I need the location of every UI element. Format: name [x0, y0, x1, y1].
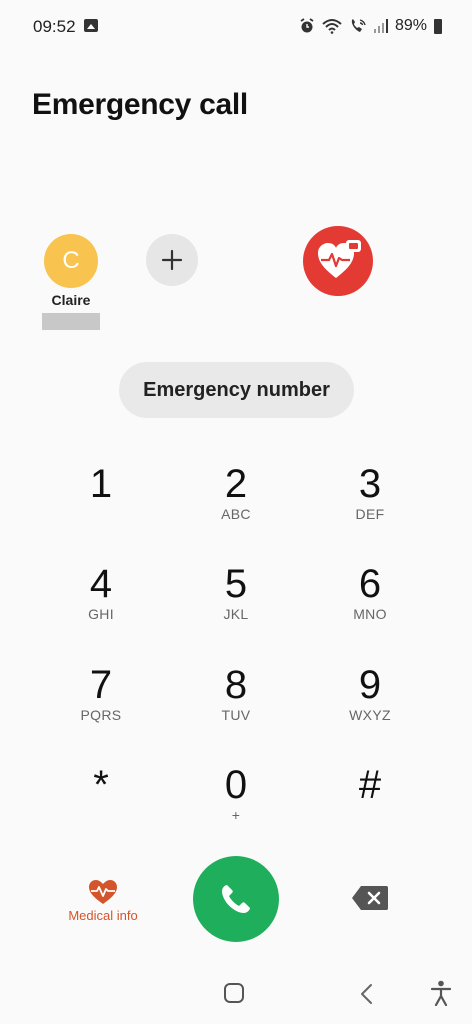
medical-info-label: Medical info: [68, 908, 138, 923]
key-digit: 6: [358, 562, 382, 606]
key-digit: 3: [358, 462, 382, 506]
alarm-icon: [300, 18, 314, 33]
key-digit: 1: [89, 462, 113, 506]
plus-icon: [161, 249, 183, 271]
status-time: 09:52: [33, 17, 76, 36]
key-letters: WXYZ: [349, 707, 391, 723]
page-title: Emergency call: [32, 88, 248, 121]
gallery-icon: [84, 19, 98, 32]
key-letters: TUV: [221, 707, 251, 723]
key-5[interactable]: 5 JKL: [186, 562, 286, 642]
medical-info-button[interactable]: Medical info: [58, 878, 148, 923]
key-star[interactable]: *: [51, 763, 151, 843]
key-digit: 4: [89, 562, 113, 606]
phone-icon: [222, 885, 250, 913]
key-2[interactable]: 2 ABC: [186, 462, 286, 542]
contact-number-redacted: [42, 313, 100, 330]
wifi-call-icon: [351, 19, 366, 32]
key-hash[interactable]: #: [320, 763, 420, 843]
key-digit: 8: [224, 663, 248, 707]
battery-level: 89%: [394, 17, 427, 34]
add-contact-button[interactable]: [146, 234, 198, 286]
key-digit: 7: [89, 663, 113, 707]
key-7[interactable]: 7 PQRS: [51, 663, 151, 743]
signal-icon: [373, 19, 388, 33]
status-bar: 09:52 89%: [0, 0, 472, 52]
contact-name: Claire: [51, 292, 91, 308]
key-0[interactable]: 0 +: [186, 763, 286, 843]
accessibility-icon[interactable]: [430, 980, 452, 1006]
battery-icon: [434, 18, 442, 34]
key-4[interactable]: 4 GHI: [51, 562, 151, 642]
key-9[interactable]: 9 WXYZ: [320, 663, 420, 743]
contact-initial: C: [62, 247, 80, 274]
backspace-icon[interactable]: [351, 885, 389, 911]
key-digit: 2: [224, 462, 248, 506]
key-digit: 5: [224, 562, 248, 606]
status-icons: 89%: [299, 15, 442, 37]
home-icon[interactable]: [224, 983, 244, 1003]
key-digit: *: [93, 763, 109, 807]
key-letters: MNO: [353, 606, 387, 622]
key-digit: #: [358, 763, 382, 807]
key-letters: JKL: [223, 606, 249, 622]
key-letters: GHI: [88, 606, 114, 622]
medical-info-badge[interactable]: [303, 226, 373, 296]
call-button[interactable]: [193, 856, 279, 942]
key-8[interactable]: 8 TUV: [186, 663, 286, 743]
emergency-number-button[interactable]: Emergency number: [119, 362, 354, 418]
key-digit: 0: [224, 763, 248, 807]
back-icon[interactable]: [358, 983, 374, 1005]
heart-pulse-icon: [318, 240, 361, 278]
heart-pulse-icon: [89, 880, 117, 904]
key-6[interactable]: 6 MNO: [320, 562, 420, 642]
key-1[interactable]: 1: [51, 462, 151, 542]
key-letters: DEF: [355, 506, 385, 522]
key-letters: ABC: [221, 506, 251, 522]
key-3[interactable]: 3 DEF: [320, 462, 420, 542]
key-digit: 9: [358, 663, 382, 707]
wifi-icon: [322, 19, 342, 34]
key-letters: +: [231, 807, 241, 823]
contact-avatar[interactable]: C: [44, 234, 98, 288]
key-letters: PQRS: [80, 707, 122, 723]
